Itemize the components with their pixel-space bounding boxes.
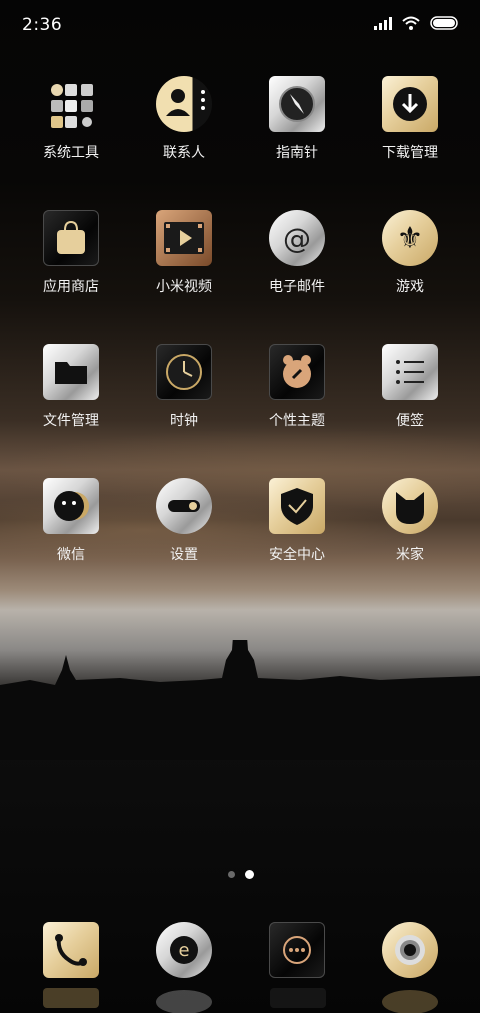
app-label: 下载管理 — [382, 145, 438, 161]
app-store-bag-icon — [43, 210, 99, 266]
app-label: 文件管理 — [43, 413, 99, 429]
clock-icon — [156, 344, 212, 400]
app-label: 安全中心 — [269, 547, 325, 563]
theme-bear-icon — [269, 344, 325, 400]
fleur-de-lis-icon: ⚜ — [382, 210, 438, 266]
messages-icon — [269, 922, 325, 978]
status-bar: 2:36 — [0, 0, 480, 52]
contacts-icon — [156, 76, 212, 132]
dock-reflection — [43, 988, 438, 1013]
app-wechat[interactable]: 微信 — [16, 478, 126, 564]
app-download-manager[interactable]: 下载管理 — [355, 76, 465, 162]
phone-icon — [43, 922, 99, 978]
dock-browser[interactable]: e — [129, 922, 239, 978]
status-time: 2:36 — [22, 15, 63, 35]
app-label: 电子邮件 — [269, 279, 325, 295]
app-system-tools[interactable]: 系统工具 — [16, 76, 126, 162]
settings-toggle-icon — [156, 478, 212, 534]
city-skyline — [0, 640, 480, 760]
app-label: 指南针 — [276, 145, 318, 161]
app-clock[interactable]: 时钟 — [129, 344, 239, 430]
app-label: 设置 — [170, 547, 198, 563]
browser-e-icon: e — [156, 922, 212, 978]
app-file-manager[interactable]: 文件管理 — [16, 344, 126, 430]
app-app-store[interactable]: 应用商店 — [16, 210, 126, 296]
file-folder-icon — [43, 344, 99, 400]
app-label: 应用商店 — [43, 279, 99, 295]
app-notes[interactable]: 便签 — [355, 344, 465, 430]
app-label: 时钟 — [170, 413, 198, 429]
page-indicator — [228, 870, 254, 879]
compass-icon — [269, 76, 325, 132]
camera-icon — [382, 922, 438, 978]
app-games[interactable]: ⚜ 游戏 — [355, 210, 465, 296]
app-mi-video[interactable]: 小米视频 — [129, 210, 239, 296]
signal-icon — [374, 16, 392, 30]
app-email[interactable]: @ 电子邮件 — [242, 210, 352, 296]
email-at-icon: @ — [269, 210, 325, 266]
shield-icon — [269, 478, 325, 534]
folder-tools-icon — [43, 76, 99, 132]
wifi-icon — [402, 16, 420, 30]
dock-camera[interactable] — [355, 922, 465, 978]
page-dot[interactable] — [228, 871, 235, 878]
app-label: 微信 — [57, 547, 85, 563]
app-label: 小米视频 — [156, 279, 212, 295]
download-icon — [382, 76, 438, 132]
app-contacts[interactable]: 联系人 — [129, 76, 239, 162]
mijia-cat-icon — [382, 478, 438, 534]
app-themes[interactable]: 个性主题 — [242, 344, 352, 430]
app-label: 游戏 — [396, 279, 424, 295]
app-label: 米家 — [396, 547, 424, 563]
app-security-center[interactable]: 安全中心 — [242, 478, 352, 564]
battery-icon — [430, 16, 458, 30]
app-settings[interactable]: 设置 — [129, 478, 239, 564]
app-compass[interactable]: 指南针 — [242, 76, 352, 162]
app-mijia[interactable]: 米家 — [355, 478, 465, 564]
dock-messages[interactable] — [242, 922, 352, 978]
dock-phone[interactable] — [16, 922, 126, 978]
svg-text:e: e — [178, 940, 189, 961]
video-film-icon — [156, 210, 212, 266]
notes-list-icon — [382, 344, 438, 400]
wechat-chat-icon — [43, 478, 99, 534]
page-dot-active[interactable] — [245, 870, 254, 879]
app-label: 个性主题 — [269, 413, 325, 429]
app-label: 联系人 — [163, 145, 205, 161]
app-label: 系统工具 — [43, 145, 99, 161]
app-label: 便签 — [396, 413, 424, 429]
